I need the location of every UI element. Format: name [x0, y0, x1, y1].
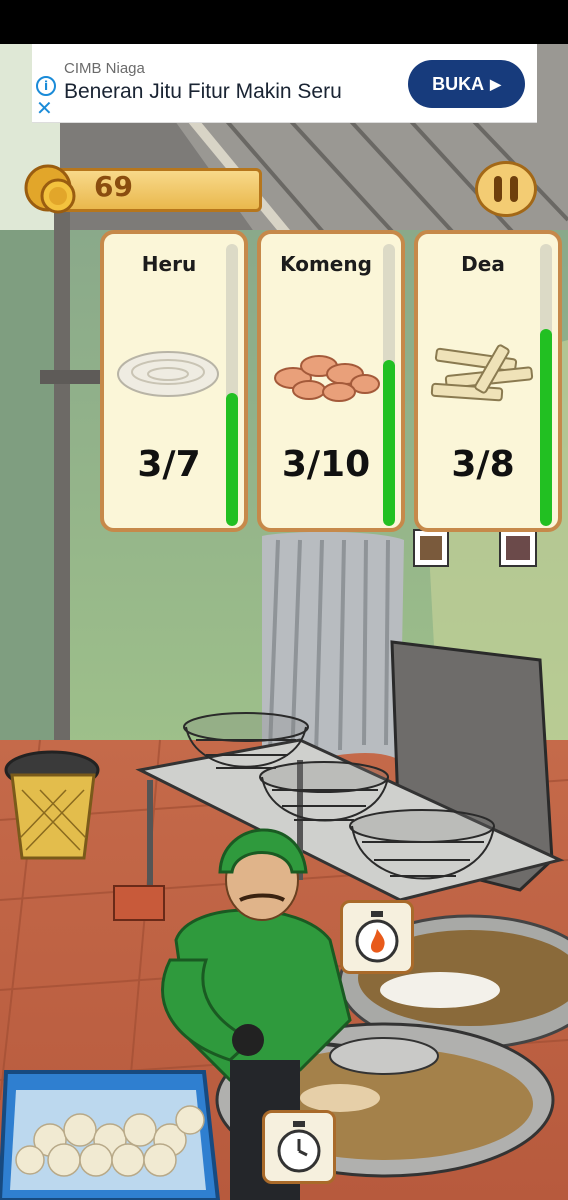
order-progress-fill: [226, 393, 238, 526]
fried-chips-icon: [274, 355, 380, 402]
ad-brand: CIMB Niaga: [64, 60, 145, 77]
pause-button[interactable]: [475, 161, 537, 217]
play-arrow-icon: ▶: [490, 75, 501, 92]
info-icon[interactable]: i: [36, 76, 56, 96]
order-quantity: 3/10: [281, 444, 371, 485]
coin-counter: 69: [24, 162, 264, 216]
white-crackers-icon: [117, 351, 219, 397]
order-card-komeng[interactable]: Komeng 3/10: [257, 230, 405, 532]
close-icon[interactable]: ✕: [36, 98, 53, 118]
coin-bar-background: [52, 168, 262, 212]
pause-icon-bar: [510, 176, 518, 202]
pause-icon: [494, 176, 502, 202]
order-progress-track: [226, 244, 238, 526]
order-progress-track: [383, 244, 395, 526]
ad-open-button[interactable]: BUKA ▶: [408, 60, 525, 108]
ad-banner[interactable]: i ✕ CIMB Niaga Beneran Jitu Fitur Makin …: [32, 44, 537, 123]
customer-name: Dea: [461, 252, 505, 276]
ad-open-label: BUKA: [432, 73, 485, 94]
fire-timer-button[interactable]: [340, 900, 414, 974]
ad-headline[interactable]: Beneran Jitu Fitur Makin Seru: [64, 80, 342, 104]
cracker-sticks-icon: [430, 344, 534, 402]
order-progress-track: [540, 244, 552, 526]
order-progress-fill: [383, 359, 395, 526]
stopwatch-button[interactable]: [262, 1110, 336, 1184]
order-progress-fill: [540, 328, 552, 526]
customer-name: Heru: [141, 252, 197, 276]
coin-count: 69: [94, 170, 133, 203]
coin-stack-icon: [24, 164, 76, 214]
order-quantity: 3/7: [137, 444, 201, 485]
order-card-heru[interactable]: Heru 3/7: [100, 230, 248, 532]
customer-name: Komeng: [280, 252, 372, 276]
fire-timer-icon: [355, 911, 399, 963]
stopwatch-icon: [277, 1121, 321, 1173]
order-quantity: 3/8: [451, 444, 515, 485]
status-bar: [0, 0, 568, 44]
order-card-dea[interactable]: Dea 3/8: [414, 230, 562, 532]
